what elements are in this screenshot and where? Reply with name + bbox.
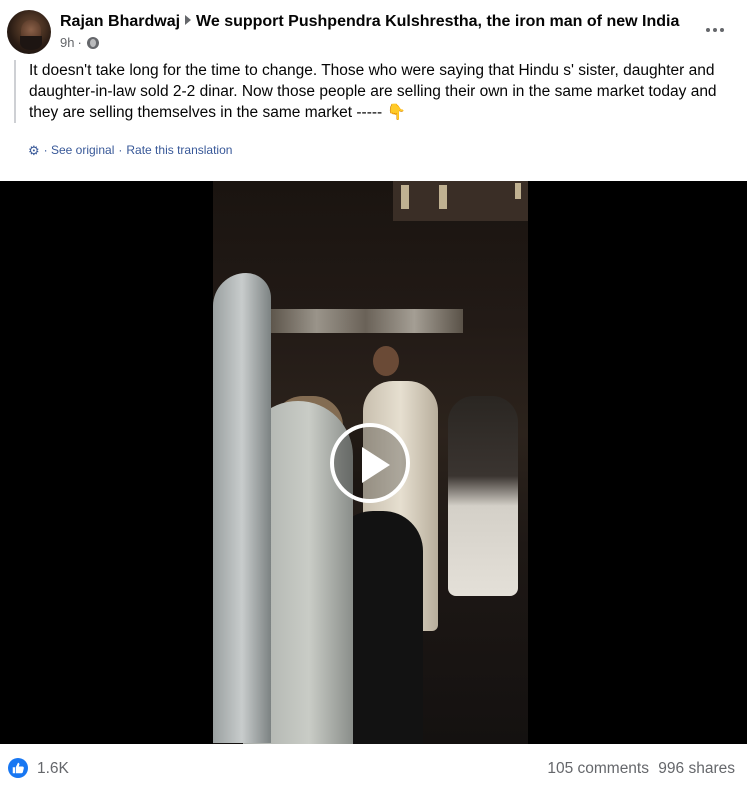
person-shape: [373, 346, 399, 376]
more-options-dot: [720, 28, 724, 32]
translation-row: ⚙ · See original · Rate this translation: [28, 143, 232, 157]
video-player[interactable]: [0, 181, 747, 744]
arrow-right-icon: [185, 15, 192, 25]
gear-icon[interactable]: ⚙: [28, 144, 40, 157]
person-shape: [448, 396, 518, 596]
facebook-post: Rajan Bhardwaj We support Pushpendra Kuls…: [0, 0, 747, 795]
post-header: Rajan Bhardwaj We support Pushpendra Kuls…: [0, 0, 747, 58]
avatar-beard: [20, 36, 42, 50]
rate-translation-link[interactable]: Rate this translation: [126, 143, 232, 157]
post-text-body: It doesn't take long for the time to cha…: [29, 62, 717, 121]
building-shape: [393, 181, 528, 221]
reaction-count[interactable]: 1.6K: [37, 760, 69, 778]
window-light: [515, 183, 521, 199]
post-text: It doesn't take long for the time to cha…: [14, 60, 736, 123]
window-light: [401, 185, 409, 209]
post-timestamp[interactable]: 9h: [60, 35, 74, 51]
play-icon: [362, 447, 390, 483]
shop-sign: [268, 309, 463, 333]
window-light: [439, 185, 447, 209]
group-name[interactable]: We support Pushpendra Kulshrestha, the i…: [196, 13, 679, 30]
thumbs-up-icon: [12, 762, 24, 774]
more-options-icon: [706, 28, 710, 32]
person-shape: [213, 273, 271, 743]
more-options-button[interactable]: [700, 18, 730, 42]
author-name[interactable]: Rajan Bhardwaj: [60, 13, 180, 30]
post-meta: 9h ·: [60, 35, 99, 51]
shares-count[interactable]: 996 shares: [658, 760, 735, 778]
globe-icon: [86, 37, 99, 49]
like-icon[interactable]: [8, 758, 28, 778]
more-options-dot: [713, 28, 717, 32]
avatar[interactable]: [7, 10, 51, 54]
see-original-link[interactable]: · See original: [44, 143, 115, 157]
translation-separator: ·: [118, 143, 123, 157]
post-footer: 1.6K 105 comments 996 shares: [0, 744, 747, 795]
comments-count[interactable]: 105 comments: [547, 760, 649, 778]
meta-separator: ·: [77, 35, 82, 50]
play-button[interactable]: [330, 423, 410, 503]
post-title-line: Rajan Bhardwaj We support Pushpendra Kuls…: [60, 12, 679, 32]
